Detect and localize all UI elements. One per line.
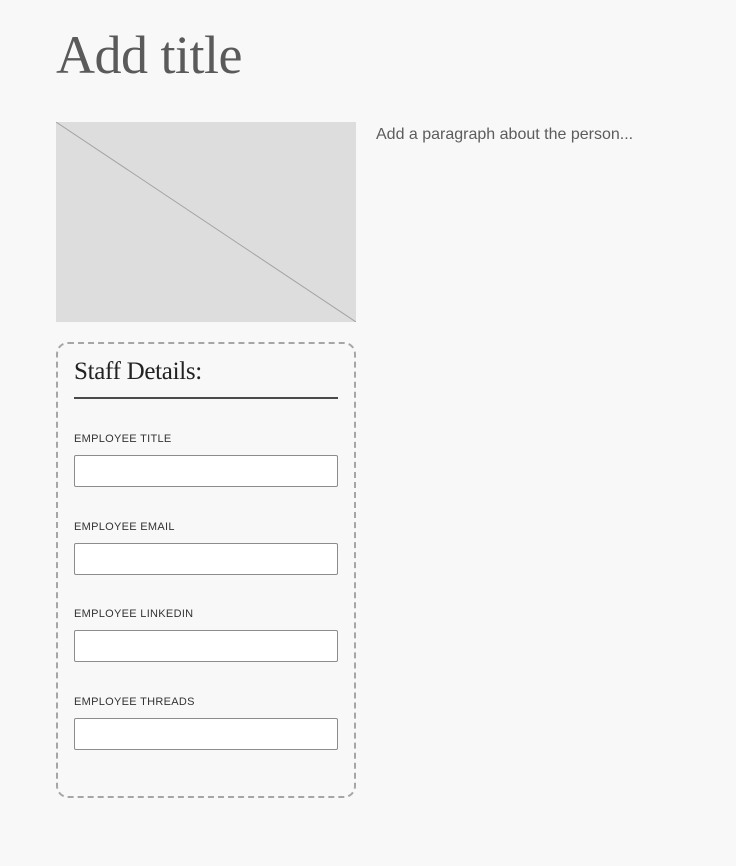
employee-linkedin-input[interactable]	[74, 630, 338, 662]
employee-email-field: EMPLOYEE EMAIL	[74, 520, 338, 575]
employee-title-field: EMPLOYEE TITLE	[74, 432, 338, 487]
employee-title-input[interactable]	[74, 455, 338, 487]
employee-linkedin-field: EMPLOYEE LINKEDIN	[74, 607, 338, 662]
staff-details-heading: Staff Details:	[74, 358, 202, 385]
page-title[interactable]: Add title	[56, 20, 242, 90]
image-placeholder-icon	[56, 122, 356, 322]
employee-threads-input[interactable]	[74, 718, 338, 750]
employee-title-label: EMPLOYEE TITLE	[74, 433, 172, 445]
staff-details-card: Staff Details: EMPLOYEE TITLE EMPLOYEE E…	[56, 342, 356, 798]
employee-threads-label: EMPLOYEE THREADS	[74, 696, 195, 708]
image-placeholder[interactable]	[56, 122, 356, 322]
employee-linkedin-label: EMPLOYEE LINKEDIN	[74, 608, 194, 620]
person-paragraph[interactable]: Add a paragraph about the person...	[376, 124, 633, 146]
employee-threads-field: EMPLOYEE THREADS	[74, 695, 338, 750]
employee-email-input[interactable]	[74, 543, 338, 575]
employee-email-label: EMPLOYEE EMAIL	[74, 521, 175, 533]
staff-details-divider	[74, 397, 338, 399]
